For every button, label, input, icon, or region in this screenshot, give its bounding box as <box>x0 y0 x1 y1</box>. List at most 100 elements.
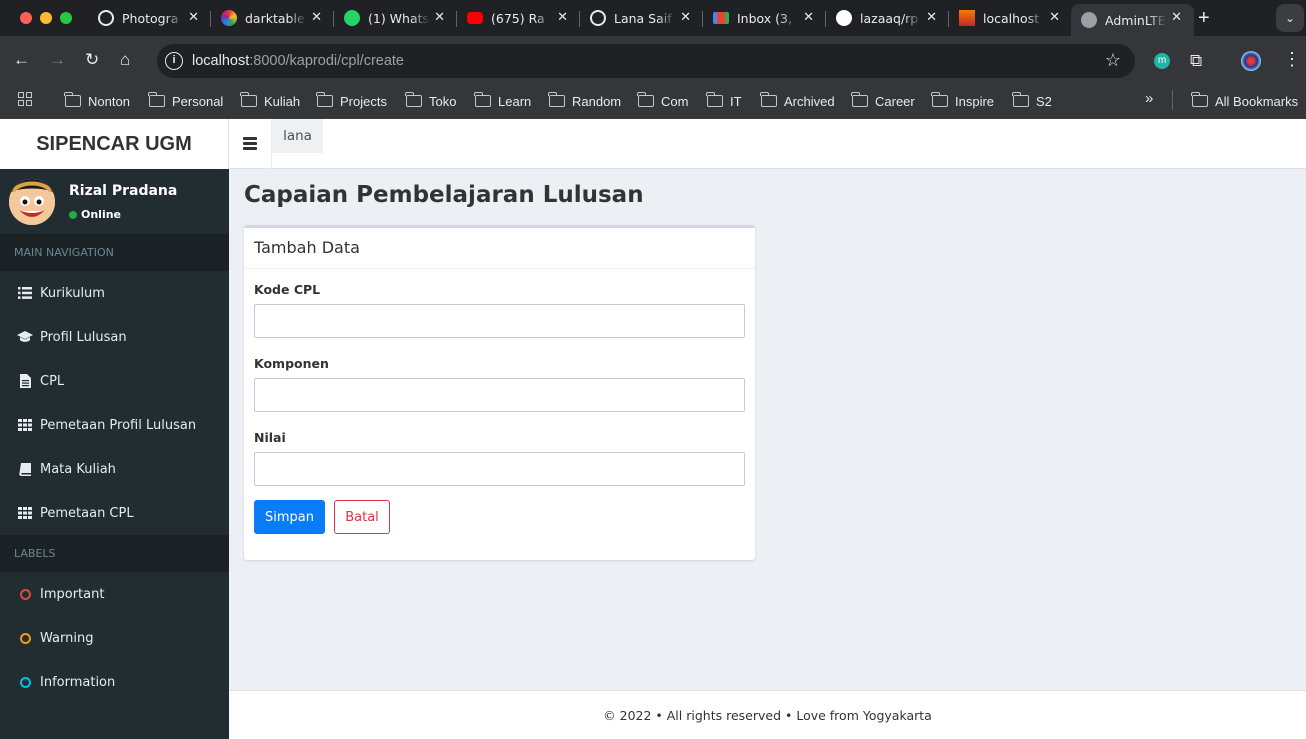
folder-icon <box>851 92 868 107</box>
close-window-button[interactable] <box>20 12 32 24</box>
folder-icon <box>931 92 948 107</box>
bookmark-folder[interactable]: S2 <box>1012 90 1052 112</box>
browser-tab[interactable]: lazaaq/rp ✕ <box>826 4 949 32</box>
browser-tab-active[interactable]: AdminLTE ✕ <box>1071 4 1194 36</box>
bookmark-folder[interactable]: Random <box>548 90 621 112</box>
new-tab-icon[interactable]: + <box>1198 7 1210 30</box>
sidebar-item-kurikulum[interactable]: Kurikulum <box>0 271 229 315</box>
tab-title: localhost <box>983 10 1040 26</box>
tab-close-icon[interactable]: ✕ <box>311 9 322 25</box>
komponen-input[interactable] <box>254 378 745 412</box>
maximize-window-button[interactable] <box>60 12 72 24</box>
sidebar-label-warning[interactable]: Warning <box>0 616 229 660</box>
bookmark-folder[interactable]: Career <box>851 90 915 112</box>
brand-logo[interactable]: SIPENCAR UGM <box>0 119 229 169</box>
sidebar-item-label: Mata Kuliah <box>40 461 116 477</box>
folder-icon <box>474 92 491 107</box>
forward-arrow-icon[interactable]: → <box>49 50 66 70</box>
folder-icon <box>1191 92 1208 107</box>
tab-close-icon[interactable]: ✕ <box>680 9 691 25</box>
sidebar-item-label: CPL <box>40 373 65 389</box>
folder-icon <box>405 92 422 107</box>
tab-close-icon[interactable]: ✕ <box>926 9 937 25</box>
top-navbar: lana <box>229 119 1306 169</box>
user-menu-tab[interactable]: lana <box>272 119 323 153</box>
kode-cpl-input[interactable] <box>254 304 745 338</box>
browser-toolbar: ← → ↻ ⌂ i localhost:8000/kaprodi/cpl/cre… <box>0 36 1306 86</box>
tab-close-icon[interactable]: ✕ <box>188 9 199 25</box>
bookmark-star-icon[interactable]: ☆ <box>1105 50 1121 71</box>
bookmark-folder[interactable]: Nonton <box>64 90 130 112</box>
tab-title: AdminLTE <box>1105 12 1166 28</box>
browser-tab[interactable]: (675) Ra ✕ <box>457 4 580 32</box>
bookmark-folder[interactable]: Toko <box>405 90 456 112</box>
puzzle-extensions-icon[interactable]: ⧉ <box>1190 51 1202 71</box>
tab-close-icon[interactable]: ✕ <box>1171 9 1182 25</box>
sidebar-item-label: Information <box>40 674 116 690</box>
sidebar-item-pemetaan-profil-lulusan[interactable]: Pemetaan Profil Lulusan <box>0 403 229 447</box>
back-arrow-icon[interactable]: ← <box>13 50 30 70</box>
bookmarks-bar: Nonton Personal Kuliah Projects Toko Lea… <box>0 86 1306 119</box>
simpan-button[interactable]: Simpan <box>254 500 325 534</box>
url-text[interactable]: localhost:8000/kaprodi/cpl/create <box>192 53 404 69</box>
browser-tab[interactable]: Inbox (3, ✕ <box>703 4 826 32</box>
sidebar-item-label: Pemetaan Profil Lulusan <box>40 417 197 433</box>
all-bookmarks-button[interactable]: All Bookmarks <box>1191 90 1298 112</box>
browser-tab[interactable]: darktable ✕ <box>211 4 334 32</box>
sidebar-item-pemetaan-cpl[interactable]: Pemetaan CPL <box>0 491 229 535</box>
tab-close-icon[interactable]: ✕ <box>1049 9 1060 25</box>
home-icon[interactable]: ⌂ <box>120 50 130 70</box>
sidebar-item-label: Kurikulum <box>40 285 105 301</box>
grid-icon <box>17 419 33 431</box>
more-bookmarks-icon[interactable]: » <box>1145 90 1153 107</box>
hamburger-menu-icon[interactable] <box>243 137 257 152</box>
folder-icon <box>548 92 565 107</box>
tab-search-icon[interactable]: ⌄ <box>1276 4 1304 32</box>
nilai-input[interactable] <box>254 452 745 486</box>
youtube-icon <box>467 12 483 24</box>
apps-grid-icon[interactable] <box>18 92 32 106</box>
bookmark-folder[interactable]: Personal <box>148 90 223 112</box>
kebab-menu-icon[interactable]: ⋮ <box>1283 49 1301 70</box>
bookmark-folder[interactable]: Inspire <box>931 90 994 112</box>
sidebar-label-important[interactable]: Important <box>0 572 229 616</box>
bookmark-folder[interactable]: Archived <box>760 90 835 112</box>
browser-tab[interactable]: Photogra ✕ <box>88 4 211 32</box>
folder-icon <box>148 92 165 107</box>
extension-icon[interactable]: m <box>1154 53 1170 69</box>
bookmark-folder[interactable]: IT <box>706 90 742 112</box>
sidebar-label-information[interactable]: Information <box>0 660 229 704</box>
circle-important-icon <box>17 588 33 600</box>
bookmark-folder[interactable]: Kuliah <box>240 90 300 112</box>
online-status-dot-icon <box>69 210 77 219</box>
site-info-icon[interactable]: i <box>165 52 183 70</box>
bookmark-folder[interactable]: Com <box>637 90 688 112</box>
sidebar-item-profil-lulusan[interactable]: Profil Lulusan <box>0 315 229 359</box>
list-icon <box>17 287 33 299</box>
sidebar-item-mata-kuliah[interactable]: Mata Kuliah <box>0 447 229 491</box>
avatar <box>9 179 55 225</box>
nilai-label: Nilai <box>254 430 286 445</box>
reload-icon[interactable]: ↻ <box>85 50 99 70</box>
sidebar-header-main: MAIN NAVIGATION <box>0 234 229 271</box>
tab-close-icon[interactable]: ✕ <box>557 9 568 25</box>
browser-tab[interactable]: Lana Saif ✕ <box>580 4 703 32</box>
browser-tab[interactable]: (1) Whats ✕ <box>334 4 457 32</box>
batal-button[interactable]: Batal <box>334 500 390 534</box>
minimize-window-button[interactable] <box>40 12 52 24</box>
folder-icon <box>64 92 81 107</box>
tab-close-icon[interactable]: ✕ <box>434 9 445 25</box>
browser-tab[interactable]: localhost ✕ <box>949 4 1072 32</box>
bookmark-folder[interactable]: Learn <box>474 90 531 112</box>
bookmark-folder[interactable]: Projects <box>316 90 387 112</box>
tab-close-icon[interactable]: ✕ <box>803 9 814 25</box>
sidebar-item-label: Important <box>40 586 105 602</box>
address-bar[interactable]: i localhost:8000/kaprodi/cpl/create ☆ <box>157 44 1135 78</box>
sidebar-item-label: Warning <box>40 630 94 646</box>
komponen-label: Komponen <box>254 356 329 371</box>
sidebar-item-cpl[interactable]: CPL <box>0 359 229 403</box>
profile-avatar-icon[interactable] <box>1241 51 1261 71</box>
form-card: Tambah Data Kode CPL Komponen Nilai Simp… <box>244 225 755 560</box>
sidebar-header-labels: LABELS <box>0 535 229 572</box>
tab-title: darktable <box>245 10 305 26</box>
